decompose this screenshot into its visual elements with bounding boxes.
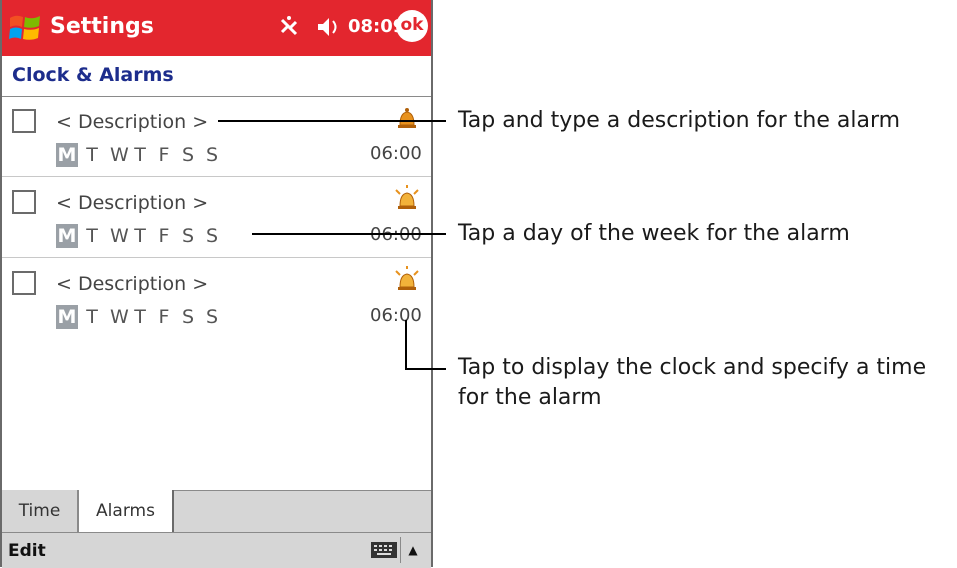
day-toggle-sunday[interactable]: S	[206, 144, 218, 166]
tab-strip: Time Alarms	[2, 490, 431, 533]
row-divider	[2, 176, 431, 177]
alarm-row: < Description > M T W T F S S 06:00	[2, 178, 431, 258]
day-toggle-tuesday[interactable]: T	[86, 225, 98, 247]
day-toggle-friday[interactable]: F	[158, 144, 170, 166]
day-toggle-thursday[interactable]: T	[134, 225, 146, 247]
speaker-icon[interactable]	[314, 12, 344, 42]
windows-flag-icon[interactable]	[8, 12, 42, 44]
alarm-row: < Description > M T W T F S S 06:00	[2, 97, 431, 177]
alarm-time[interactable]: 06:00	[370, 305, 422, 326]
alarm-bell-icon[interactable]	[392, 103, 422, 133]
callout-line-day	[252, 233, 446, 235]
day-toggle-monday[interactable]: M	[56, 143, 78, 167]
day-toggle-wednesday[interactable]: W	[110, 144, 129, 166]
callout-description: Tap and type a description for the alarm	[458, 108, 901, 133]
day-toggle-friday[interactable]: F	[158, 306, 170, 328]
day-toggle-wednesday[interactable]: W	[110, 306, 129, 328]
alarm-enable-checkbox[interactable]	[12, 190, 36, 214]
day-toggle-monday[interactable]: M	[56, 305, 78, 329]
alarm-description-field[interactable]: < Description >	[56, 111, 208, 133]
alarm-description-field[interactable]: < Description >	[56, 192, 208, 214]
alarm-enable-checkbox[interactable]	[12, 109, 36, 133]
tab-alarms[interactable]: Alarms	[78, 490, 174, 533]
alarm-time[interactable]: 06:00	[370, 143, 422, 164]
edit-menu[interactable]: Edit	[8, 541, 46, 561]
callout-time-line2: for the alarm	[458, 385, 602, 410]
keyboard-icon[interactable]	[370, 540, 398, 560]
tab-time[interactable]: Time	[2, 490, 78, 532]
day-toggle-tuesday[interactable]: T	[86, 306, 98, 328]
alarm-enable-checkbox[interactable]	[12, 271, 36, 295]
window-title: Settings	[50, 14, 154, 39]
day-toggle-saturday[interactable]: S	[182, 144, 194, 166]
alarm-days: M T W T F S S	[56, 222, 230, 250]
alarm-bell-icon[interactable]	[392, 184, 422, 214]
alarm-row: < Description > M T W T F S S 06:00	[2, 259, 431, 339]
connectivity-icon[interactable]	[274, 12, 304, 42]
day-toggle-saturday[interactable]: S	[182, 225, 194, 247]
callout-day: Tap a day of the week for the alarm	[458, 221, 850, 246]
callout-time-line1: Tap to display the clock and specify a t…	[458, 355, 927, 380]
menu-bar: Edit ▲	[2, 532, 431, 568]
day-toggle-thursday[interactable]: T	[134, 144, 146, 166]
day-toggle-sunday[interactable]: S	[206, 225, 218, 247]
alarm-days: M T W T F S S	[56, 303, 230, 331]
day-toggle-monday[interactable]: M	[56, 224, 78, 248]
day-toggle-thursday[interactable]: T	[134, 306, 146, 328]
callout-line-time-vertical	[405, 320, 407, 369]
alarm-description-field[interactable]: < Description >	[56, 273, 208, 295]
day-toggle-friday[interactable]: F	[158, 225, 170, 247]
alarm-days: M T W T F S S	[56, 141, 230, 169]
day-toggle-wednesday[interactable]: W	[110, 225, 129, 247]
day-toggle-saturday[interactable]: S	[182, 306, 194, 328]
row-divider	[2, 257, 431, 258]
page-title: Clock & Alarms	[12, 64, 174, 86]
title-bar: Settings 08:09 ok	[2, 0, 431, 56]
day-toggle-sunday[interactable]: S	[206, 306, 218, 328]
alarm-bell-icon[interactable]	[392, 265, 422, 295]
callout-line-description	[218, 120, 446, 122]
day-toggle-tuesday[interactable]: T	[86, 144, 98, 166]
callout-line-time-horizontal	[405, 368, 446, 370]
input-panel-arrow[interactable]: ▲	[400, 537, 425, 563]
ok-button[interactable]: ok	[396, 10, 428, 42]
device-screen: Settings 08:09 ok Clock & Alarms < Descr…	[0, 0, 433, 568]
